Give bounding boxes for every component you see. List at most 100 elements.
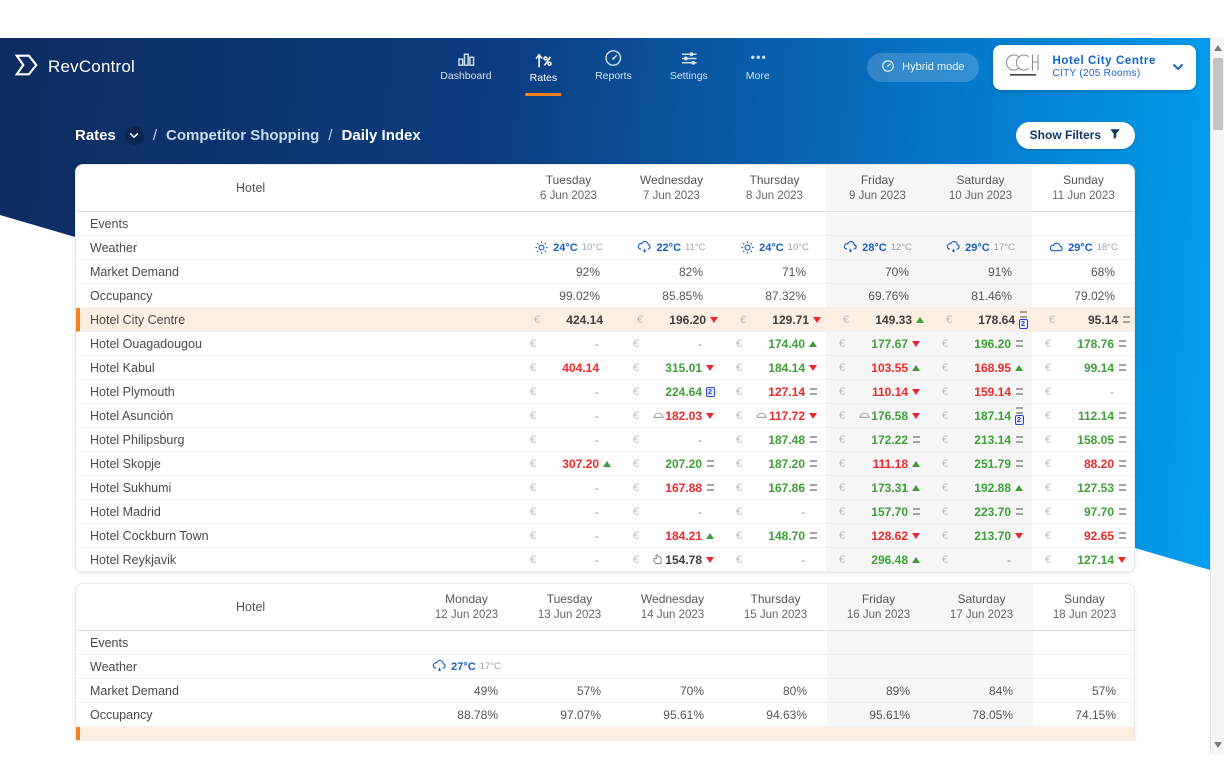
rate-cell: €213.14 [929,428,1032,451]
weather-cell: 24°C10°C [517,236,620,259]
thumb-icon [653,554,662,565]
day-header: Saturday10 Jun 2023 [929,165,1032,211]
rate-cell-empty: €- [517,548,620,571]
currency-symbol: € [740,314,746,326]
trend-equal-icon [1119,484,1126,491]
hotel-column-header: Hotel [76,584,415,630]
hotel-row[interactable]: Hotel Asunción€-€182.03€117.72€176.58€18… [76,404,1134,428]
nav-item-more[interactable]: More [742,38,774,96]
trend-equal-icon [707,460,714,467]
nav-item-rates[interactable]: Rates [526,38,561,96]
scrollbar-thumb[interactable] [1213,58,1223,130]
occupancy-value: 95.61% [621,703,724,726]
revcontrol-logo-icon [14,51,40,84]
weather-row: Weather27°C17°C [76,655,1134,679]
currency-symbol: € [839,482,845,494]
currency-symbol: € [530,506,536,518]
trend-up-icon [1015,485,1023,491]
occupancy-value: 87.32% [723,284,826,307]
currency-symbol: € [839,506,845,518]
nav-item-reports[interactable]: Reports [591,38,636,96]
hotel-row-partial[interactable] [76,727,1134,740]
brand-name: RevControl [48,57,135,77]
breadcrumb-separator: / [153,127,157,144]
market-demand-label: Market Demand [76,260,517,283]
rate-value: 112.14 [1078,409,1114,423]
trend-down-icon [912,413,920,419]
rate-cell: €187.20 [723,452,826,475]
scrollbar-up-arrow[interactable] [1211,40,1224,55]
scrollbar-down-arrow[interactable] [1211,737,1224,752]
rate-value: 251.79 [974,457,1011,471]
rate-value: 88.20 [1084,457,1114,471]
rate-cell: €112.14 [1032,404,1135,427]
day-header: Monday12 Jun 2023 [415,584,518,630]
weather-cell: 24°C10°C [723,236,826,259]
breadcrumb-competitor-shopping[interactable]: Competitor Shopping [166,127,319,144]
trend-equal-icon [1020,311,1027,318]
hotel-name: Hotel Madrid [76,500,517,523]
browser-chrome-top [0,0,1224,38]
occupancy-value: 79.02% [1032,284,1135,307]
hotel-selector[interactable]: Hotel City Centre CITY (205 Rooms) [993,45,1197,90]
rate-cell: €307.20 [517,452,620,475]
hotel-row[interactable]: Hotel Ouagadougou€-€-€174.40€177.67€196.… [76,332,1134,356]
hotel-name: Hotel Asunción [76,404,517,427]
trend-equal-icon [1119,436,1126,443]
occupancy-row: Occupancy99.02%85.85%87.32%69.76%81.46%7… [76,284,1134,308]
hotel-row[interactable]: Hotel Philipsburg€-€-€187.48€172.22€213.… [76,428,1134,452]
revcontrol-logo[interactable]: RevControl [14,51,135,84]
currency-symbol: € [942,338,948,350]
nav-item-dashboard[interactable]: Dashboard [436,38,495,96]
events-cell [620,212,723,235]
weather-cell-empty [724,655,827,678]
nav-item-settings[interactable]: Settings [666,38,712,96]
currency-symbol: € [530,530,536,542]
events-cell [724,631,827,654]
rate-cell: €207.20 [620,452,723,475]
topbar-right: Hybrid mode Hotel City Centre CITY (205 … [867,45,1196,90]
events-cell [826,212,929,235]
hotel-name: Hotel Philipsburg [76,428,517,451]
rate-cell: €157.70 [826,500,929,523]
hotel-row[interactable]: Hotel Plymouth€-€224.642€127.14€110.14€1… [76,380,1134,404]
hotel-column-header: Hotel [76,165,517,211]
rate-value: 196.20 [974,337,1011,351]
currency-symbol: € [946,314,952,326]
rate-value: 184.14 [768,361,805,375]
day-header: Thursday15 Jun 2023 [724,584,827,630]
rate-cell: €173.31 [826,476,929,499]
hotel-row[interactable]: Hotel Skopje€307.20€207.20€187.20€111.18… [76,452,1134,476]
show-filters-button[interactable]: Show Filters [1016,122,1135,149]
hotel-row[interactable]: Hotel Sukhumi€-€167.88€167.86€173.31€192… [76,476,1134,500]
trend-down-icon [912,341,920,347]
currency-symbol: € [633,482,639,494]
rate-cell: €92.65 [1032,524,1135,547]
breadcrumb-section[interactable]: Rates [75,127,116,144]
trend-up-icon [912,461,920,467]
hotel-row[interactable]: Hotel Madrid€-€-€-€157.70€223.70€97.70 [76,500,1134,524]
currency-symbol: € [637,314,643,326]
hotel-row[interactable]: Hotel Cockburn Town€-€184.21€148.70€128.… [76,524,1134,548]
currency-symbol: € [736,434,742,446]
hybrid-mode-button[interactable]: Hybrid mode [867,53,978,82]
trend-down-icon [710,317,718,323]
currency-symbol: € [1045,458,1051,470]
hotel-row[interactable]: Hotel City Centre€424.14€196.20€129.71€1… [76,308,1134,332]
day-header: Friday9 Jun 2023 [826,165,929,211]
market-demand-value: 68% [1032,260,1135,283]
currency-symbol: € [633,458,639,470]
rate-value: 111.18 [873,457,908,471]
hotel-row[interactable]: Hotel Kabul€404.14€315.01€184.14€103.55€… [76,356,1134,380]
rank-badge: 2 [1015,415,1024,425]
breadcrumb-current-page: Daily Index [342,127,421,144]
rate-value: 213.70 [974,529,1011,543]
vertical-scrollbar[interactable] [1210,38,1224,754]
trend-down-icon [809,413,817,419]
breadcrumb-chevron-down-icon[interactable] [125,126,144,145]
hotel-row[interactable]: Hotel Reykjavik€-€154.78€-€296.48€-€127.… [76,548,1134,572]
breadcrumb-separator: / [328,127,332,144]
rate-value: 296.48 [871,553,908,567]
trend-equal-icon [1119,460,1126,467]
rate-value: 117.72 [769,409,805,423]
